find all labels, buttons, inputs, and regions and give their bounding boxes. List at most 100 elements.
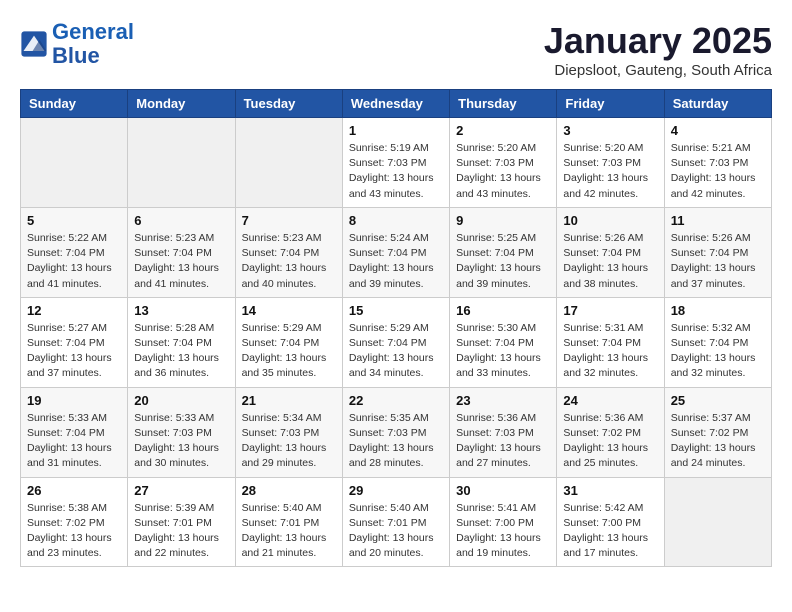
calendar-week-row: 1 Sunrise: 5:19 AM Sunset: 7:03 PM Daylig… bbox=[21, 118, 772, 208]
day-info: Sunrise: 5:34 AM Sunset: 7:03 PM Dayligh… bbox=[242, 411, 336, 472]
weekday-header: Tuesday bbox=[235, 90, 342, 118]
day-number: 17 bbox=[563, 303, 657, 318]
calendar-cell: 6 Sunrise: 5:23 AM Sunset: 7:04 PM Daylig… bbox=[128, 207, 235, 297]
day-number: 11 bbox=[671, 213, 765, 228]
day-number: 18 bbox=[671, 303, 765, 318]
day-number: 24 bbox=[563, 393, 657, 408]
day-info: Sunrise: 5:28 AM Sunset: 7:04 PM Dayligh… bbox=[134, 321, 228, 382]
weekday-header: Saturday bbox=[664, 90, 771, 118]
calendar-cell: 9 Sunrise: 5:25 AM Sunset: 7:04 PM Daylig… bbox=[450, 207, 557, 297]
calendar-cell: 13 Sunrise: 5:28 AM Sunset: 7:04 PM Dayli… bbox=[128, 297, 235, 387]
day-number: 8 bbox=[349, 213, 443, 228]
day-number: 2 bbox=[456, 123, 550, 138]
weekday-header: Monday bbox=[128, 90, 235, 118]
day-number: 19 bbox=[27, 393, 121, 408]
calendar-cell: 17 Sunrise: 5:31 AM Sunset: 7:04 PM Dayli… bbox=[557, 297, 664, 387]
calendar-cell: 8 Sunrise: 5:24 AM Sunset: 7:04 PM Daylig… bbox=[342, 207, 449, 297]
day-number: 1 bbox=[349, 123, 443, 138]
day-number: 15 bbox=[349, 303, 443, 318]
calendar-week-row: 26Sunrise: 5:38 AM Sunset: 7:02 PM Dayli… bbox=[21, 477, 772, 567]
logo-icon bbox=[20, 30, 48, 58]
day-number: 21 bbox=[242, 393, 336, 408]
day-number: 14 bbox=[242, 303, 336, 318]
calendar-cell: 26Sunrise: 5:38 AM Sunset: 7:02 PM Dayli… bbox=[21, 477, 128, 567]
day-number: 3 bbox=[563, 123, 657, 138]
day-info: Sunrise: 5:25 AM Sunset: 7:04 PM Dayligh… bbox=[456, 231, 550, 292]
day-number: 22 bbox=[349, 393, 443, 408]
calendar-cell: 21 Sunrise: 5:34 AM Sunset: 7:03 PM Dayli… bbox=[235, 387, 342, 477]
day-info: Sunrise: 5:33 AM Sunset: 7:04 PM Dayligh… bbox=[27, 411, 121, 472]
day-number: 29 bbox=[349, 483, 443, 498]
calendar-cell: 20 Sunrise: 5:33 AM Sunset: 7:03 PM Dayli… bbox=[128, 387, 235, 477]
calendar: SundayMondayTuesdayWednesdayThursdayFrid… bbox=[20, 89, 772, 567]
month-title: January 2025 bbox=[544, 20, 772, 62]
day-number: 16 bbox=[456, 303, 550, 318]
day-info: Sunrise: 5:23 AM Sunset: 7:04 PM Dayligh… bbox=[242, 231, 336, 292]
title-block: January 2025 Diepsloot, Gauteng, South A… bbox=[544, 20, 772, 79]
calendar-cell: 22 Sunrise: 5:35 AM Sunset: 7:03 PM Dayli… bbox=[342, 387, 449, 477]
calendar-cell: 25 Sunrise: 5:37 AM Sunset: 7:02 PM Dayli… bbox=[664, 387, 771, 477]
day-info: Sunrise: 5:23 AM Sunset: 7:04 PM Dayligh… bbox=[134, 231, 228, 292]
day-info: Sunrise: 5:29 AM Sunset: 7:04 PM Dayligh… bbox=[349, 321, 443, 382]
calendar-week-row: 19 Sunrise: 5:33 AM Sunset: 7:04 PM Dayli… bbox=[21, 387, 772, 477]
day-number: 30 bbox=[456, 483, 550, 498]
day-number: 13 bbox=[134, 303, 228, 318]
day-number: 31 bbox=[563, 483, 657, 498]
calendar-cell: 23Sunrise: 5:36 AM Sunset: 7:03 PM Dayli… bbox=[450, 387, 557, 477]
day-info: Sunrise: 5:20 AM Sunset: 7:03 PM Dayligh… bbox=[563, 141, 657, 202]
calendar-cell: 14 Sunrise: 5:29 AM Sunset: 7:04 PM Dayli… bbox=[235, 297, 342, 387]
calendar-cell: 29 Sunrise: 5:40 AM Sunset: 7:01 PM Dayli… bbox=[342, 477, 449, 567]
calendar-cell: 1 Sunrise: 5:19 AM Sunset: 7:03 PM Daylig… bbox=[342, 118, 449, 208]
day-info: Sunrise: 5:20 AM Sunset: 7:03 PM Dayligh… bbox=[456, 141, 550, 202]
day-number: 12 bbox=[27, 303, 121, 318]
day-number: 20 bbox=[134, 393, 228, 408]
calendar-cell: 4 Sunrise: 5:21 AM Sunset: 7:03 PM Daylig… bbox=[664, 118, 771, 208]
day-number: 9 bbox=[456, 213, 550, 228]
logo: General Blue bbox=[20, 20, 134, 68]
day-info: Sunrise: 5:21 AM Sunset: 7:03 PM Dayligh… bbox=[671, 141, 765, 202]
day-info: Sunrise: 5:27 AM Sunset: 7:04 PM Dayligh… bbox=[27, 321, 121, 382]
day-number: 23 bbox=[456, 393, 550, 408]
day-info: Sunrise: 5:33 AM Sunset: 7:03 PM Dayligh… bbox=[134, 411, 228, 472]
day-info: Sunrise: 5:39 AM Sunset: 7:01 PM Dayligh… bbox=[134, 501, 228, 562]
page-header: General Blue January 2025 Diepsloot, Gau… bbox=[20, 20, 772, 79]
day-info: Sunrise: 5:41 AM Sunset: 7:00 PM Dayligh… bbox=[456, 501, 550, 562]
calendar-cell bbox=[21, 118, 128, 208]
calendar-cell: 3 Sunrise: 5:20 AM Sunset: 7:03 PM Daylig… bbox=[557, 118, 664, 208]
calendar-cell: 24Sunrise: 5:36 AM Sunset: 7:02 PM Dayli… bbox=[557, 387, 664, 477]
day-number: 10 bbox=[563, 213, 657, 228]
calendar-cell: 15 Sunrise: 5:29 AM Sunset: 7:04 PM Dayli… bbox=[342, 297, 449, 387]
calendar-cell: 7 Sunrise: 5:23 AM Sunset: 7:04 PM Daylig… bbox=[235, 207, 342, 297]
calendar-week-row: 5Sunrise: 5:22 AM Sunset: 7:04 PM Daylig… bbox=[21, 207, 772, 297]
day-number: 7 bbox=[242, 213, 336, 228]
day-info: Sunrise: 5:31 AM Sunset: 7:04 PM Dayligh… bbox=[563, 321, 657, 382]
calendar-cell bbox=[664, 477, 771, 567]
logo-text: General Blue bbox=[52, 20, 134, 68]
day-number: 6 bbox=[134, 213, 228, 228]
day-number: 4 bbox=[671, 123, 765, 138]
location: Diepsloot, Gauteng, South Africa bbox=[544, 62, 772, 79]
weekday-header: Friday bbox=[557, 90, 664, 118]
calendar-cell: 27Sunrise: 5:39 AM Sunset: 7:01 PM Dayli… bbox=[128, 477, 235, 567]
day-info: Sunrise: 5:26 AM Sunset: 7:04 PM Dayligh… bbox=[563, 231, 657, 292]
day-info: Sunrise: 5:24 AM Sunset: 7:04 PM Dayligh… bbox=[349, 231, 443, 292]
calendar-cell: 11Sunrise: 5:26 AM Sunset: 7:04 PM Dayli… bbox=[664, 207, 771, 297]
day-info: Sunrise: 5:35 AM Sunset: 7:03 PM Dayligh… bbox=[349, 411, 443, 472]
calendar-cell: 16Sunrise: 5:30 AM Sunset: 7:04 PM Dayli… bbox=[450, 297, 557, 387]
calendar-header-row: SundayMondayTuesdayWednesdayThursdayFrid… bbox=[21, 90, 772, 118]
day-info: Sunrise: 5:29 AM Sunset: 7:04 PM Dayligh… bbox=[242, 321, 336, 382]
weekday-header: Wednesday bbox=[342, 90, 449, 118]
calendar-cell: 12 Sunrise: 5:27 AM Sunset: 7:04 PM Dayli… bbox=[21, 297, 128, 387]
calendar-cell: 28 Sunrise: 5:40 AM Sunset: 7:01 PM Dayli… bbox=[235, 477, 342, 567]
day-info: Sunrise: 5:32 AM Sunset: 7:04 PM Dayligh… bbox=[671, 321, 765, 382]
day-info: Sunrise: 5:19 AM Sunset: 7:03 PM Dayligh… bbox=[349, 141, 443, 202]
calendar-cell bbox=[235, 118, 342, 208]
day-number: 28 bbox=[242, 483, 336, 498]
day-number: 5 bbox=[27, 213, 121, 228]
day-number: 26 bbox=[27, 483, 121, 498]
calendar-cell: 5Sunrise: 5:22 AM Sunset: 7:04 PM Daylig… bbox=[21, 207, 128, 297]
day-info: Sunrise: 5:40 AM Sunset: 7:01 PM Dayligh… bbox=[349, 501, 443, 562]
day-info: Sunrise: 5:40 AM Sunset: 7:01 PM Dayligh… bbox=[242, 501, 336, 562]
day-number: 25 bbox=[671, 393, 765, 408]
day-info: Sunrise: 5:37 AM Sunset: 7:02 PM Dayligh… bbox=[671, 411, 765, 472]
